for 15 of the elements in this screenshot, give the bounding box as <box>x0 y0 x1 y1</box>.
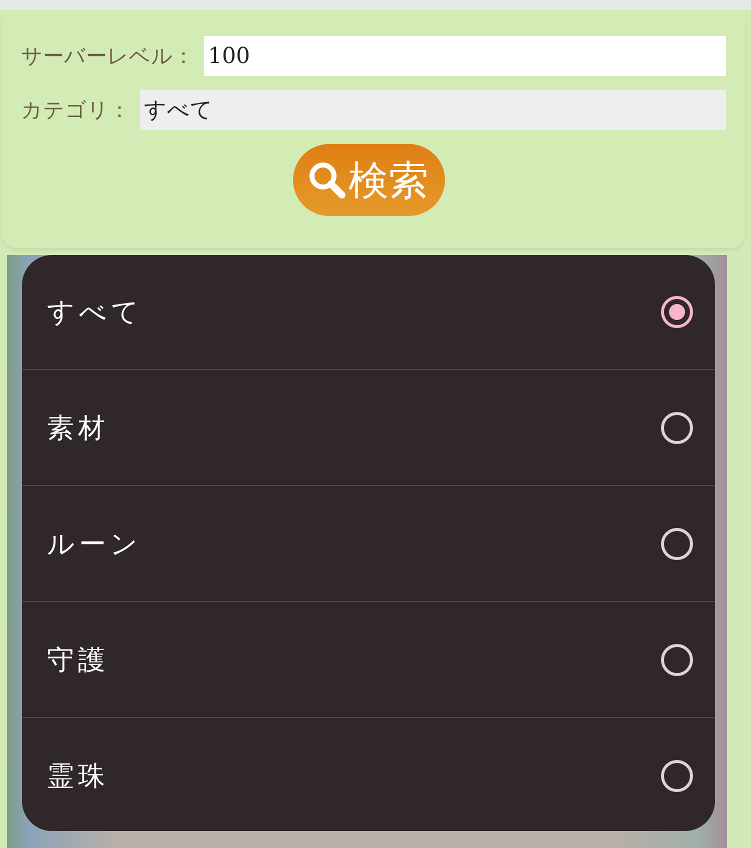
input-field[interactable]: 100 <box>204 36 726 76</box>
category-option[interactable]: 守護 <box>22 601 715 717</box>
radio-button[interactable] <box>661 528 693 560</box>
field-label: カテゴリ： <box>21 97 130 124</box>
radio-button[interactable] <box>661 644 693 676</box>
category-option[interactable]: ルーン <box>22 485 715 601</box>
category-option[interactable]: 霊珠 <box>22 717 715 831</box>
field-label: サーバーレベル： <box>21 43 194 70</box>
radio-button[interactable] <box>661 760 693 792</box>
radio-button[interactable] <box>661 296 693 328</box>
category-option[interactable]: 素材 <box>22 369 715 485</box>
select-field[interactable]: すべて <box>140 90 726 130</box>
radio-button[interactable] <box>661 412 693 444</box>
search-icon <box>306 160 346 200</box>
category-option[interactable]: すべて <box>22 255 715 369</box>
